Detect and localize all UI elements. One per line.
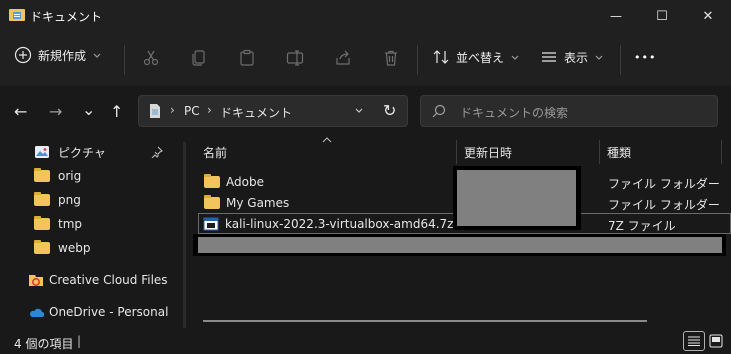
close-button[interactable]: ✕: [685, 0, 731, 32]
breadcrumb-pc[interactable]: PC: [184, 104, 200, 118]
rename-icon[interactable]: [286, 49, 304, 67]
column-divider[interactable]: [721, 140, 722, 164]
sidebar-item-label: Creative Cloud Files: [49, 273, 168, 287]
sort-ascending-icon: [322, 137, 332, 143]
up-button[interactable]: ↑: [110, 102, 123, 121]
sidebar-item-label: OneDrive - Personal: [49, 305, 169, 319]
folder-icon: [34, 168, 50, 182]
recent-locations-button[interactable]: ⌄: [82, 100, 95, 119]
forward-button[interactable]: →: [49, 102, 62, 121]
toolbar-divider: [124, 45, 125, 75]
breadcrumb-separator: ›: [170, 103, 175, 117]
folder-icon: [34, 216, 50, 230]
sort-button-label: 並べ替え: [456, 50, 505, 65]
sort-button[interactable]: 並べ替え: [432, 48, 520, 66]
share-icon[interactable]: [334, 49, 352, 67]
sort-icon: [433, 50, 449, 64]
add-icon: [14, 46, 32, 64]
sidebar-item-label: ピクチャ: [58, 145, 106, 160]
file-type: 7Z ファイル: [608, 219, 676, 233]
breadcrumb-documents[interactable]: ドキュメント: [220, 104, 292, 121]
minimize-button[interactable]: —: [593, 0, 639, 32]
status-separator: |: [77, 334, 82, 348]
breadcrumb-separator: ›: [207, 103, 212, 117]
documents-icon: [150, 104, 160, 118]
sidebar-item-creative-cloud[interactable]: Creative Cloud Files: [28, 268, 168, 292]
search-icon: [432, 104, 446, 118]
sidebar-item-label: tmp: [58, 217, 83, 231]
back-button[interactable]: ←: [14, 102, 27, 121]
window-title: ドキュメント: [30, 10, 103, 24]
sidebar-item-label: orig: [58, 169, 82, 183]
sidebar-item-label: png: [58, 193, 81, 207]
column-header-name[interactable]: 名前: [203, 144, 227, 161]
refresh-button[interactable]: ↻: [383, 101, 396, 120]
chevron-down-icon: [595, 55, 603, 60]
redaction-block: [457, 170, 576, 226]
command-bar: [0, 32, 731, 86]
file-name: My Games: [226, 195, 290, 210]
search-placeholder: ドキュメントの検索: [460, 106, 569, 120]
sidebar-item-orig[interactable]: orig: [34, 164, 81, 188]
column-header-type[interactable]: 種類: [607, 144, 631, 161]
chevron-down-icon: [511, 55, 519, 60]
folder-icon: [204, 173, 220, 188]
file-type: ファイル フォルダー: [608, 198, 720, 212]
column-header-modified[interactable]: 更新日時: [464, 144, 512, 161]
onedrive-icon: [30, 308, 44, 317]
details-view-icon: [688, 336, 700, 346]
toolbar-divider: [417, 45, 418, 75]
column-divider[interactable]: [456, 140, 457, 164]
sidebar-scrollbar[interactable]: [183, 142, 186, 328]
pictures-icon: [35, 146, 49, 158]
maximize-button[interactable]: ☐: [639, 0, 685, 32]
view-button[interactable]: 表示: [540, 48, 604, 66]
new-button[interactable]: 新規作成: [14, 46, 102, 64]
pin-icon[interactable]: [151, 146, 163, 158]
folder-icon: [34, 192, 50, 206]
redaction-block: [198, 237, 722, 253]
sidebar-item-tmp[interactable]: tmp: [34, 212, 82, 236]
folder-icon: [204, 194, 220, 209]
file-type: ファイル フォルダー: [608, 177, 720, 191]
view-list-icon: [542, 52, 556, 62]
file-name: kali-linux-2022.3-virtualbox-amd64.7z: [225, 216, 454, 231]
horizontal-scrollbar[interactable]: [203, 320, 647, 322]
column-divider[interactable]: [599, 140, 600, 164]
delete-icon[interactable]: [382, 49, 400, 67]
address-dropdown-icon[interactable]: [354, 105, 364, 115]
status-bar: [0, 330, 731, 354]
new-button-label: 新規作成: [38, 48, 87, 63]
file-name: Adobe: [226, 174, 264, 189]
toolbar-divider: [620, 45, 621, 75]
item-count: 4 個の項目: [14, 337, 74, 351]
sidebar-item-label: webp: [58, 241, 91, 255]
sidebar-item-png[interactable]: png: [34, 188, 81, 212]
view-button-label: 表示: [564, 50, 589, 65]
chevron-down-icon: [93, 53, 101, 58]
sidebar-item-onedrive[interactable]: OneDrive - Personal: [28, 300, 168, 324]
sidebar-item-pictures[interactable]: ピクチャ: [34, 140, 166, 164]
copy-icon[interactable]: [190, 49, 208, 67]
folder-icon: [34, 240, 50, 254]
sidebar-item-webp[interactable]: webp: [34, 236, 90, 260]
documents-app-icon: [9, 9, 25, 21]
cut-icon[interactable]: [142, 49, 160, 67]
more-options-button[interactable]: •••: [634, 51, 656, 64]
details-view-button[interactable]: [683, 331, 705, 351]
paste-icon[interactable]: [238, 49, 256, 67]
creative-cloud-icon: [29, 275, 43, 286]
tiles-view-icon: [709, 334, 723, 348]
7z-file-icon: [203, 217, 219, 230]
tiles-view-button[interactable]: [708, 333, 724, 349]
